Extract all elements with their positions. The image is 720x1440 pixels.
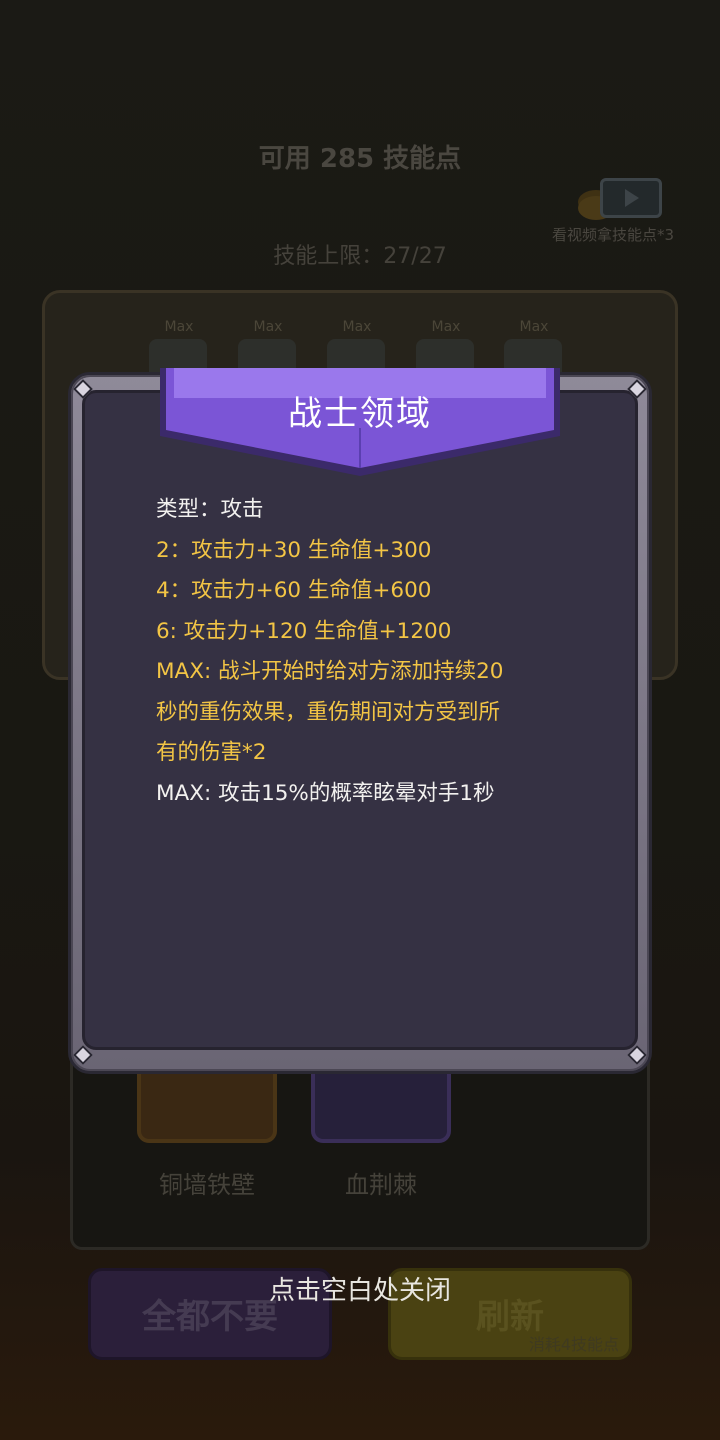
skill-description: 类型：攻击 2：攻击力+30 生命值+300 4：攻击力+60 生命值+600 … bbox=[156, 490, 576, 814]
description-line: 秒的重伤效果，重伤期间对方受到所 bbox=[156, 699, 501, 725]
close-hint: 点击空白处关闭 bbox=[268, 1276, 451, 1306]
description-line: 2：攻击力+30 生命值+300 bbox=[156, 537, 432, 563]
max-tag: Max bbox=[431, 319, 461, 335]
skill-card-image bbox=[311, 1063, 451, 1143]
description-line: 6: 攻击力+120 生命值+1200 bbox=[156, 618, 452, 644]
available-points-label: 可用 285 技能点 bbox=[258, 144, 462, 174]
max-tag: Max bbox=[164, 319, 194, 335]
description-line: 有的伤害*2 bbox=[156, 740, 267, 765]
skill-card-image bbox=[137, 1063, 277, 1143]
refresh-cost-label: 消耗4技能点 bbox=[528, 1335, 619, 1354]
max-tag: Max bbox=[342, 319, 372, 335]
video-play-icon bbox=[600, 178, 662, 218]
skill-card-name: 血荆棘 bbox=[345, 1171, 417, 1199]
skill-card[interactable]: 血荆棘 bbox=[311, 1063, 451, 1200]
skill-card[interactable]: 铜墙铁壁 bbox=[137, 1063, 277, 1200]
description-line: 4：攻击力+60 生命值+600 bbox=[156, 578, 432, 603]
description-line: MAX: 攻击15%的概率眩晕对手1秒 bbox=[156, 780, 495, 806]
max-tag: Max bbox=[519, 319, 549, 335]
skill-card-name: 铜墙铁壁 bbox=[159, 1171, 255, 1199]
skill-detail-popup: 战士领域 类型：攻击 2：攻击力+30 生命值+300 4：攻击力+60 生命值… bbox=[68, 368, 652, 1074]
popup-title: 战士领域 bbox=[288, 394, 432, 434]
description-line: MAX: 战斗开始时给对方添加持续20 bbox=[156, 659, 504, 684]
max-tag: Max bbox=[253, 319, 283, 335]
title-banner: 战士领域 bbox=[160, 368, 560, 480]
skill-limit-label: 技能上限：27/27 bbox=[273, 244, 447, 269]
description-line: 类型：攻击 bbox=[156, 497, 264, 522]
